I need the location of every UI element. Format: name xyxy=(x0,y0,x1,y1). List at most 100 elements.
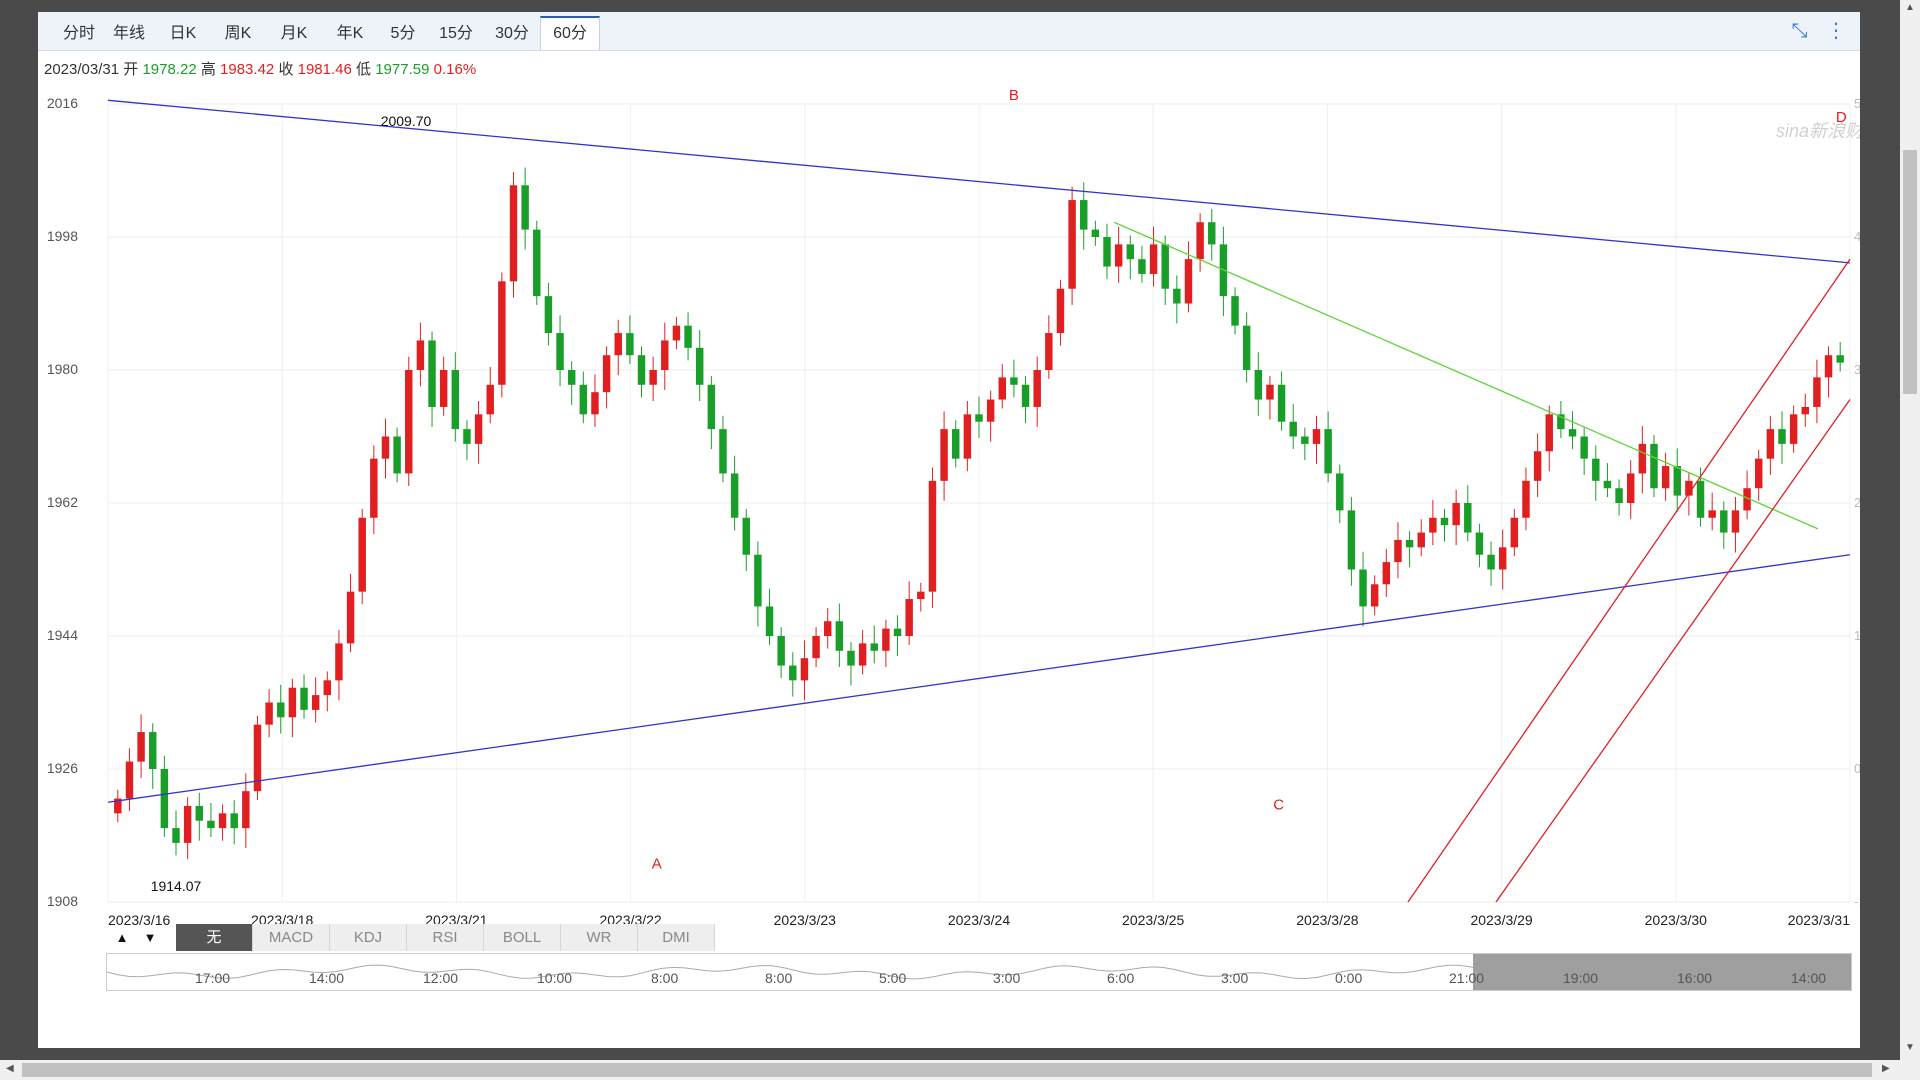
candle-body xyxy=(637,355,646,385)
candle-body xyxy=(323,680,332,696)
navigator-label: 3:00 xyxy=(993,970,1021,986)
candle-body xyxy=(242,791,250,829)
candle-body xyxy=(1824,355,1833,378)
scroll-left-icon[interactable]: ◀ xyxy=(6,1063,14,1074)
candle-body xyxy=(195,805,204,821)
candle-body xyxy=(230,813,238,829)
candle-body xyxy=(1091,229,1100,237)
candle-body xyxy=(940,429,948,481)
candle-body xyxy=(1545,414,1553,452)
candle-body xyxy=(614,333,622,356)
arrow-down-icon[interactable]: ▼ xyxy=(136,924,164,951)
candle-body xyxy=(1673,466,1681,496)
candle-body xyxy=(1266,384,1274,400)
indicator-tab-5[interactable]: WR xyxy=(561,924,638,951)
candle-body xyxy=(265,702,273,725)
y-right-tick: 5% xyxy=(1854,96,1860,111)
vertical-scrollbar[interactable]: ▲ ▼ xyxy=(1900,0,1920,1060)
range-navigator[interactable]: 17:00 14:00 12:00 10:00 8:00 8:00 5:00 3:00 6:00… xyxy=(106,953,1852,991)
navigator-label: 8:00 xyxy=(651,970,679,986)
candle-body xyxy=(789,665,797,681)
candle-body xyxy=(1254,370,1263,400)
x-tick-label: 2023/3/23 xyxy=(774,912,836,928)
candle-body xyxy=(1405,539,1414,548)
indicator-tab-4[interactable]: BOLL xyxy=(484,924,561,951)
scroll-down-icon[interactable]: ▼ xyxy=(1905,1042,1915,1053)
candle-body xyxy=(1184,259,1193,304)
candle-body xyxy=(1010,377,1018,385)
candle-body xyxy=(602,355,611,393)
candle-body xyxy=(474,414,483,444)
indicator-tab-0[interactable]: 无 xyxy=(176,924,253,951)
wave-label: D xyxy=(1836,109,1847,126)
candle-body xyxy=(1638,443,1647,474)
navigator-label: 17:00 xyxy=(195,970,231,986)
candle-body xyxy=(1533,451,1542,481)
candle-body xyxy=(1417,532,1425,548)
candle-body xyxy=(370,458,378,518)
candle-body xyxy=(149,732,157,769)
indicator-tab-6[interactable]: DMI xyxy=(638,924,715,951)
candle-body xyxy=(1336,473,1344,511)
y-left-tick: 1926 xyxy=(47,760,78,776)
candle-body xyxy=(917,591,925,600)
candle-body xyxy=(428,340,436,407)
navigator-label: 12:00 xyxy=(423,970,459,986)
candle-body xyxy=(451,370,460,430)
candle-body xyxy=(765,606,774,636)
green-trend-line xyxy=(1113,221,1819,530)
y-right-tick: 1% xyxy=(1854,628,1860,643)
indicator-tab-1[interactable]: MACD xyxy=(253,924,330,951)
candle-body xyxy=(695,347,704,385)
candle-body xyxy=(311,695,320,710)
navigator-label: 14:00 xyxy=(309,970,345,986)
candle-body xyxy=(288,687,297,718)
candle-body xyxy=(509,185,518,282)
candle-body xyxy=(1813,377,1821,407)
candle-body xyxy=(1056,288,1065,334)
candle-body xyxy=(533,229,541,297)
candle-body xyxy=(823,621,832,636)
candle-body xyxy=(1289,421,1297,437)
candle-body xyxy=(172,828,180,843)
candlestick-chart: 2016 5% 1998 4% 1980 3% 1962 2% 1944 1% 1926 0% 1908… xyxy=(47,87,1860,928)
horizontal-scrollbar[interactable]: ◀ ▶ xyxy=(0,1060,1920,1080)
candle-body xyxy=(800,658,809,681)
candle-body xyxy=(1778,429,1786,444)
candle-body xyxy=(1126,244,1135,260)
candle-body xyxy=(870,643,878,651)
arrow-up-icon[interactable]: ▲ xyxy=(108,924,136,951)
y-right-tick: 0% xyxy=(1854,761,1860,776)
candle-body xyxy=(1138,259,1146,274)
candle-body xyxy=(952,429,960,459)
scroll-up-icon[interactable]: ▲ xyxy=(1905,2,1915,13)
y-right-tick: 2% xyxy=(1854,495,1860,510)
candle-body xyxy=(1696,480,1705,518)
candle-body xyxy=(1080,200,1088,230)
candle-body xyxy=(730,473,739,518)
candle-body xyxy=(1045,333,1053,370)
indicator-tab-3[interactable]: RSI xyxy=(407,924,484,951)
candle-body xyxy=(1277,384,1286,422)
candle-body xyxy=(183,805,192,843)
candle-body xyxy=(405,370,413,474)
candle-body xyxy=(1580,436,1588,459)
scroll-right-icon[interactable]: ▶ xyxy=(1882,1063,1890,1074)
horizontal-scroll-thumb[interactable] xyxy=(22,1063,1872,1077)
vertical-scroll-thumb[interactable] xyxy=(1903,150,1917,394)
candle-body xyxy=(1347,510,1356,570)
candle-body xyxy=(1603,480,1612,489)
candle-body xyxy=(1231,296,1239,326)
indicator-tab-2[interactable]: KDJ xyxy=(330,924,407,951)
candle-body xyxy=(858,643,867,666)
candle-body xyxy=(486,384,494,415)
candle-body xyxy=(1021,384,1030,407)
candle-body xyxy=(626,333,634,356)
candle-body xyxy=(381,436,390,459)
candle-body xyxy=(1836,355,1844,363)
candle-body xyxy=(1708,510,1716,518)
y-left-tick: 1998 xyxy=(47,228,78,244)
x-tick-label: 2023/3/25 xyxy=(1122,912,1184,928)
candle-body xyxy=(1114,244,1123,267)
candle-body xyxy=(707,384,716,430)
